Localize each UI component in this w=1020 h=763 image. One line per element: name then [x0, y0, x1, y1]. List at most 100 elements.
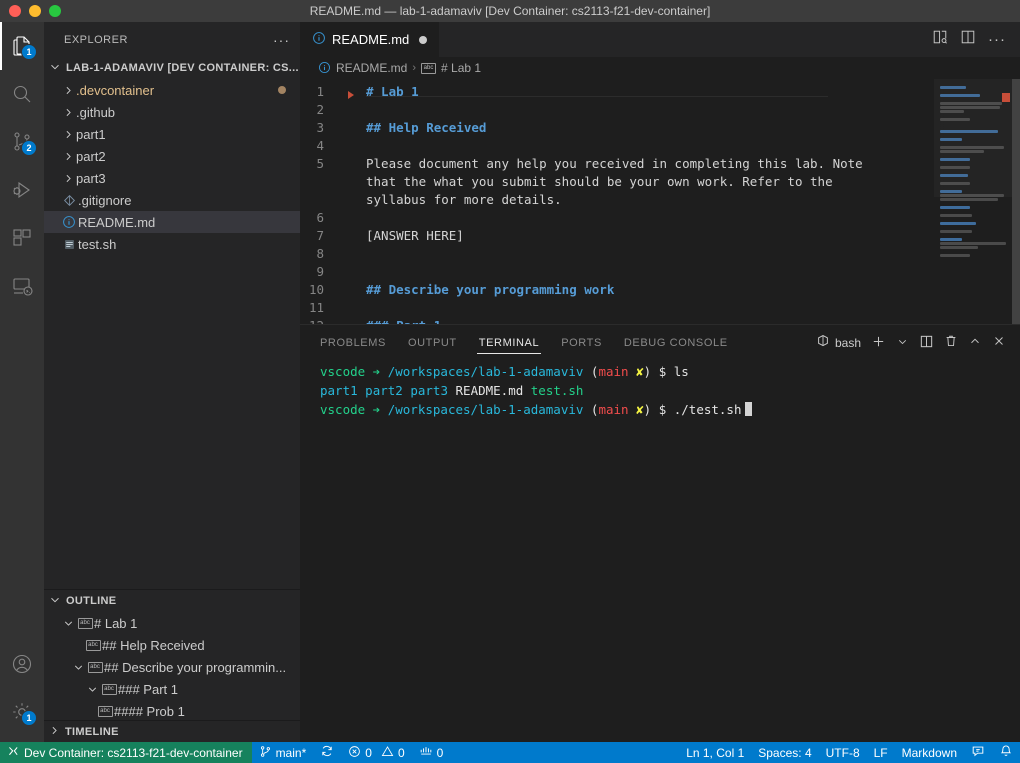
tree-item-part2[interactable]: part2	[44, 145, 300, 167]
tree-item-label: .gitignore	[78, 192, 132, 208]
status-indentation[interactable]: Spaces: 4	[751, 742, 818, 763]
minimize-window-button[interactable]	[29, 5, 41, 17]
modified-indicator	[278, 86, 286, 94]
line-text	[344, 209, 366, 227]
breadcrumb-item-symbol[interactable]: # Lab 1	[441, 61, 481, 75]
sync-icon	[320, 744, 334, 761]
outline-item-help-received[interactable]: abc ## Help Received	[44, 634, 300, 656]
status-encoding[interactable]: UTF-8	[819, 742, 867, 763]
close-window-button[interactable]	[9, 5, 21, 17]
status-ports[interactable]: 0	[412, 742, 451, 763]
chevron-right-icon[interactable]	[60, 150, 76, 163]
terminal-shell-selector[interactable]: bash	[816, 334, 861, 351]
workspace-root-label: LAB-1-ADAMAVIV [DEV CONTAINER: CS...	[66, 62, 299, 74]
terminal-line: vscode ➔ /workspaces/lab-1-adamaviv (mai…	[320, 362, 1020, 381]
chevron-down-icon[interactable]	[60, 617, 76, 630]
activity-item-source-control[interactable]: 2	[0, 118, 44, 166]
outline-item-describe-work[interactable]: abc ## Describe your programmin...	[44, 656, 300, 678]
activity-item-search[interactable]	[0, 70, 44, 118]
explorer-badge: 1	[21, 44, 37, 60]
tree-item-gitignore[interactable]: .gitignore	[44, 189, 300, 211]
tree-item-testsh[interactable]: test.sh	[44, 233, 300, 255]
zoom-window-button[interactable]	[49, 5, 61, 17]
tree-item-label: part1	[76, 126, 106, 142]
outline-header[interactable]: OUTLINE	[44, 590, 300, 612]
more-actions-icon[interactable]: ···	[988, 32, 1006, 47]
search-icon	[10, 82, 34, 106]
chevron-right-icon[interactable]	[60, 128, 76, 141]
file-tree: .devcontainer .github part1 part2 part3 …	[44, 79, 300, 589]
status-remote-indicator[interactable]: Dev Container: cs2113-f21-dev-container	[0, 742, 252, 763]
panel-tab-problems[interactable]: PROBLEMS	[318, 325, 388, 360]
line-text	[344, 101, 366, 119]
chevron-down-icon[interactable]	[70, 661, 86, 674]
panel-tab-output[interactable]: OUTPUT	[406, 325, 459, 360]
chevron-right-icon[interactable]	[60, 172, 76, 185]
tree-item-part3[interactable]: part3	[44, 167, 300, 189]
abc-symbol-icon: abc	[101, 683, 117, 695]
tree-item-devcontainer[interactable]: .devcontainer	[44, 79, 300, 101]
status-problems[interactable]: 0 0	[341, 742, 411, 763]
chevron-down-icon[interactable]	[896, 335, 909, 351]
code-line: 3 ## Help Received	[300, 119, 934, 137]
tree-item-part1[interactable]: part1	[44, 123, 300, 145]
panel-tab-terminal[interactable]: TERMINAL	[476, 325, 542, 360]
outline-list: abc # Lab 1 abc ## Help Received abc ## …	[44, 612, 300, 720]
editor-scrollbar[interactable]	[1012, 79, 1020, 324]
terminal-user: vscode	[320, 364, 366, 379]
outline-item-part-1[interactable]: abc ### Part 1	[44, 678, 300, 700]
timeline-header[interactable]: TIMELINE	[44, 720, 300, 742]
chevron-down-icon[interactable]	[84, 683, 100, 696]
sidebar-more-actions-icon[interactable]: ···	[273, 33, 290, 47]
tree-item-readme[interactable]: README.md	[44, 211, 300, 233]
activity-item-extensions[interactable]	[0, 214, 44, 262]
source-control-icon	[259, 745, 272, 761]
terminal-arrow: ➔	[365, 364, 388, 379]
breadcrumb-item-file[interactable]: README.md	[336, 61, 407, 75]
status-language-mode[interactable]: Markdown	[895, 742, 964, 763]
terminal-output[interactable]: vscode ➔ /workspaces/lab-1-adamaviv (mai…	[300, 360, 1020, 742]
explorer-root-row[interactable]: LAB-1-ADAMAVIV [DEV CONTAINER: CS...	[44, 57, 300, 79]
status-sync[interactable]	[313, 742, 341, 763]
open-changes-icon[interactable]	[932, 29, 948, 50]
maximize-panel-icon[interactable]	[968, 334, 982, 351]
activity-item-manage[interactable]: 1	[0, 688, 44, 736]
activity-item-run-and-debug[interactable]	[0, 166, 44, 214]
activity-item-remote-explorer[interactable]	[0, 262, 44, 310]
split-editor-right-icon[interactable]	[960, 29, 976, 50]
code-editor[interactable]: 1 # Lab 1 2 3 ## Help Received 4 5 Pleas…	[300, 79, 1020, 324]
code-line: 11	[300, 299, 934, 317]
terminal-space	[448, 383, 456, 398]
panel-tab-ports[interactable]: PORTS	[559, 325, 604, 360]
split-terminal-icon[interactable]	[919, 334, 934, 352]
sidebar-header: EXPLORER ···	[44, 22, 300, 57]
status-notifications[interactable]	[992, 742, 1020, 763]
activity-item-accounts[interactable]	[0, 640, 44, 688]
chevron-right-icon[interactable]	[60, 106, 76, 119]
minimap-slider[interactable]	[934, 79, 1012, 197]
activity-item-explorer[interactable]: 1	[0, 22, 44, 70]
outline-item-lab-1[interactable]: abc # Lab 1	[44, 612, 300, 634]
outline-item-prob-1[interactable]: abc #### Prob 1	[44, 700, 300, 720]
panel-tab-debug-console[interactable]: DEBUG CONSOLE	[622, 325, 730, 360]
kill-terminal-icon[interactable]	[944, 334, 958, 351]
status-feedback[interactable]	[964, 742, 992, 763]
status-branch[interactable]: main*	[252, 742, 314, 763]
activity-bar: 1 2 1	[0, 22, 44, 742]
status-eol[interactable]: LF	[867, 742, 895, 763]
breadcrumb: README.md › abc # Lab 1	[300, 57, 1020, 79]
tab-readme-md[interactable]: README.md	[300, 22, 441, 57]
outline-item-label: ## Help Received	[102, 637, 205, 653]
new-terminal-icon[interactable]	[871, 334, 886, 352]
close-panel-icon[interactable]	[992, 334, 1006, 351]
panel-tab-label: TERMINAL	[478, 336, 540, 349]
minimap[interactable]	[934, 79, 1020, 324]
code-line: 12 ### Part 1	[300, 317, 934, 324]
status-cursor-position[interactable]: Ln 1, Col 1	[679, 742, 751, 763]
chevron-right-icon[interactable]	[60, 84, 76, 97]
code-lines[interactable]: 1 # Lab 1 2 3 ## Help Received 4 5 Pleas…	[300, 79, 934, 324]
dirty-indicator[interactable]	[419, 35, 428, 44]
tree-item-github[interactable]: .github	[44, 101, 300, 123]
chevron-down-icon	[48, 60, 62, 77]
window-controls[interactable]	[0, 5, 61, 17]
